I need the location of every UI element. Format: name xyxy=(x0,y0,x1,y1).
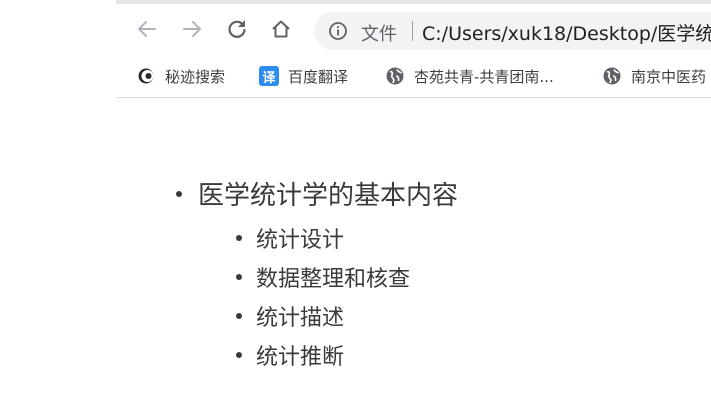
address-bar[interactable]: 文件 C:/Users/xuk18/Desktop/医学统 xyxy=(314,12,711,50)
forward-button[interactable] xyxy=(179,16,205,42)
bullet-dot xyxy=(176,190,182,197)
bookmark-mijisearch[interactable]: 秘迹搜索 xyxy=(136,64,225,88)
mijisearch-icon xyxy=(136,66,156,86)
reload-button[interactable] xyxy=(224,16,250,42)
list-item: 数据整理和核查 xyxy=(236,261,410,293)
home-button[interactable] xyxy=(268,16,294,42)
list-item-text: 统计描述 xyxy=(256,306,345,331)
heading-text: 医学统计学的基本内容 xyxy=(198,181,459,211)
omnibox-separator xyxy=(412,21,413,41)
bookmark-xingyuan[interactable]: 杏苑共青-共青团南... xyxy=(385,64,554,88)
list-item-text: 数据整理和核查 xyxy=(256,267,411,292)
slide-content: 医学统计学的基本内容 统计设计 数据整理和核查 统计描述 统计推断 xyxy=(0,98,711,407)
bookmarks-bar: 秘迹搜索 译 百度翻译 杏苑共青-共青团南... 南京中医药 xyxy=(116,56,711,97)
bookmark-label: 秘迹搜索 xyxy=(165,67,226,86)
bullet-dot xyxy=(236,313,242,319)
list-item-text: 统计设计 xyxy=(256,228,345,253)
list-item: 统计推断 xyxy=(236,339,344,371)
list-item-text: 统计推断 xyxy=(256,345,345,370)
bullet-dot xyxy=(236,235,242,241)
url-text[interactable]: C:/Users/xuk18/Desktop/医学统 xyxy=(422,19,711,46)
bookmark-label: 杏苑共青-共青团南... xyxy=(414,67,554,86)
list-item: 统计描述 xyxy=(236,300,344,332)
bullet-dot xyxy=(236,274,242,280)
info-icon[interactable] xyxy=(328,21,348,41)
forward-arrow-icon xyxy=(183,21,201,37)
bookmark-nanjing-tcm[interactable]: 南京中医药 xyxy=(602,64,706,88)
reload-icon xyxy=(228,20,246,38)
fanyi-icon: 译 xyxy=(259,66,279,86)
bookmark-label: 南京中医药 xyxy=(631,67,707,86)
bookmark-label: 百度翻译 xyxy=(288,67,349,86)
back-arrow-icon xyxy=(138,21,156,37)
list-item: 统计设计 xyxy=(236,222,344,254)
bookmark-baidu-fanyi[interactable]: 译 百度翻译 xyxy=(259,64,348,88)
globe-icon xyxy=(602,66,622,86)
slide-heading: 医学统计学的基本内容 xyxy=(176,175,458,212)
back-button[interactable] xyxy=(134,16,160,42)
browser-toolbar: 文件 C:/Users/xuk18/Desktop/医学统 xyxy=(116,4,711,56)
globe-icon xyxy=(385,66,405,86)
scheme-label: 文件 xyxy=(361,24,397,45)
bullet-dot xyxy=(236,352,242,358)
home-icon xyxy=(272,20,290,38)
